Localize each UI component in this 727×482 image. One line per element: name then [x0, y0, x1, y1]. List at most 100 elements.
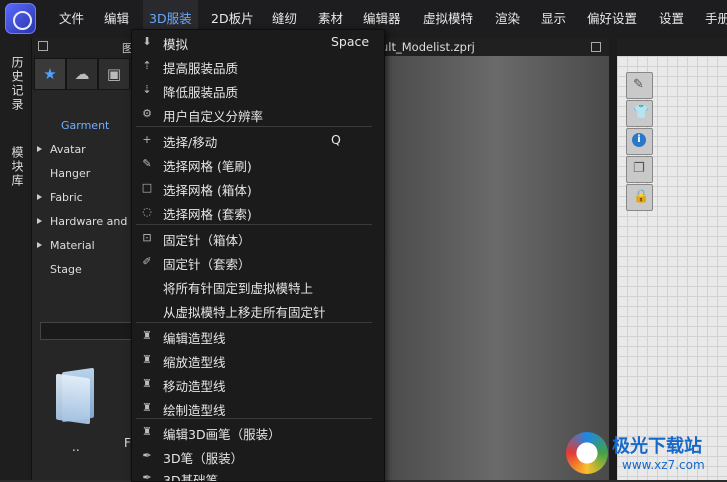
- shirt-tool-icon[interactable]: 👕: [626, 100, 653, 127]
- left-rail: 历史记录 模块库: [0, 38, 32, 480]
- tree-item-6[interactable]: Stage: [50, 263, 82, 276]
- cloud-icon[interactable]: ☁: [66, 58, 98, 90]
- tree-item-3[interactable]: Fabric: [37, 191, 83, 204]
- dropdown-item-8[interactable]: ⊡ 固定针（箱体）: [132, 226, 384, 250]
- mesh-brush-icon: ✎: [142, 157, 152, 170]
- move-styleline-icon: ♜: [142, 377, 152, 390]
- library-panel-header: 图: [32, 38, 133, 56]
- menu-separator: [136, 224, 372, 225]
- menu-item-7[interactable]: 虚拟模特: [417, 0, 479, 38]
- watermark-name: 极光下载站: [612, 436, 702, 457]
- app-logo-icon[interactable]: [5, 3, 36, 34]
- info-icon[interactable]: i: [626, 128, 653, 155]
- dropdown-item-label: 编辑造型线: [163, 331, 226, 346]
- menu-item-12[interactable]: 手册: [699, 0, 727, 38]
- dropdown-item-2[interactable]: ⇣ 降低服装品质: [132, 78, 384, 102]
- library-path-field[interactable]: [40, 322, 134, 340]
- 3d-garment-dropdown-menu: ⬇ 模拟 Space ⇡ 提高服装品质 ⇣ 降低服装品质 ⚙ 用户自定义分辨率 + 选择/移动 Q ✎ 选…: [131, 29, 385, 482]
- dropdown-item-label: 模拟: [163, 37, 189, 52]
- menu-separator: [136, 126, 372, 127]
- tree-item-label: Fabric: [50, 191, 83, 204]
- file-label: F: [124, 436, 131, 450]
- dropdown-item-label: 移动造型线: [163, 379, 226, 394]
- tree-item-label: Hanger: [50, 167, 91, 180]
- mesh-box-icon: □: [141, 181, 153, 194]
- dropdown-item-label: 从虚拟模特上移走所有固定针: [163, 305, 326, 320]
- dropdown-item-label: 选择网格 (笔刷): [163, 159, 252, 174]
- dropdown-item-10[interactable]: 将所有针固定到虚拟模特上: [132, 274, 384, 298]
- expand-arrow-icon[interactable]: [37, 194, 42, 200]
- dropdown-item-label: 固定针（箱体）: [163, 233, 251, 248]
- menu-item-9[interactable]: 显示: [535, 0, 572, 38]
- rail-tab-history[interactable]: 历史记录: [6, 56, 26, 112]
- tree-item-label: Garment: [61, 119, 110, 132]
- dropdown-item-16[interactable]: ♜ 编辑3D画笔（服装）: [132, 420, 384, 444]
- tree-item-label: Hardware and: [50, 215, 128, 228]
- tree-item-0[interactable]: Garment: [61, 119, 109, 132]
- draw-styleline-icon: ♜: [142, 401, 152, 414]
- shortcut-label: Space: [331, 34, 370, 49]
- select-move-icon: +: [142, 133, 152, 146]
- expand-arrow-icon[interactable]: [37, 146, 42, 152]
- dropdown-item-4[interactable]: + 选择/移动 Q: [132, 128, 384, 152]
- viewport-divider[interactable]: [609, 38, 617, 480]
- menu-item-10[interactable]: 偏好设置: [581, 0, 643, 38]
- dropdown-item-12[interactable]: ♜ 编辑造型线: [132, 324, 384, 348]
- dropdown-item-label: 提高服装品质: [163, 61, 239, 76]
- expand-arrow-icon[interactable]: [37, 218, 42, 224]
- edit-styleline-icon: ♜: [142, 329, 152, 342]
- folder-icon[interactable]: [56, 367, 96, 425]
- dropdown-item-1[interactable]: ⇡ 提高服装品质: [132, 54, 384, 78]
- dropdown-item-label: 3D笔（服装）: [163, 451, 244, 466]
- custom-resolution-icon: ⚙: [142, 107, 152, 120]
- dropdown-item-6[interactable]: □ 选择网格 (箱体): [132, 176, 384, 200]
- dropdown-item-15[interactable]: ♜ 绘制造型线: [132, 396, 384, 420]
- dropdown-item-3[interactable]: ⚙ 用户自定义分辨率: [132, 102, 384, 126]
- document-title[interactable]: ult_Modelist.zprj: [381, 40, 475, 54]
- tree-item-2[interactable]: Hanger: [50, 167, 90, 180]
- dropdown-item-label: 选择/移动: [163, 135, 218, 150]
- bag-icon[interactable]: ▣: [98, 58, 130, 90]
- menu-item-8[interactable]: 渲染: [489, 0, 526, 38]
- dropdown-item-9[interactable]: ✐ 固定针（套索）: [132, 250, 384, 274]
- tree-item-label: Material: [50, 239, 95, 252]
- menu-item-0[interactable]: 文件: [53, 0, 90, 38]
- favorites-star-icon[interactable]: ★: [34, 58, 66, 90]
- dropdown-item-label: 选择网格 (套索): [163, 207, 252, 222]
- dropdown-item-11[interactable]: 从虚拟模特上移走所有固定针: [132, 298, 384, 322]
- library-tabs: ★ ☁ ▣: [32, 56, 132, 90]
- menu-item-1[interactable]: 编辑: [98, 0, 135, 38]
- float-window-icon[interactable]: [38, 41, 48, 51]
- expand-arrow-icon[interactable]: [37, 242, 42, 248]
- float-window-icon[interactable]: [591, 42, 601, 52]
- dropdown-item-5[interactable]: ✎ 选择网格 (笔刷): [132, 152, 384, 176]
- dropdown-item-13[interactable]: ♜ 缩放造型线: [132, 348, 384, 372]
- tree-item-label: Stage: [50, 263, 82, 276]
- dropdown-item-17[interactable]: ✒ 3D笔（服装）: [132, 444, 384, 468]
- copy-tool-icon[interactable]: ❐: [626, 156, 653, 183]
- 3d-pen-icon: ✒: [142, 449, 152, 462]
- watermark-url: www.xz7.com: [622, 458, 705, 472]
- menu-item-11[interactable]: 设置: [653, 0, 690, 38]
- tree-item-label: Avatar: [50, 143, 86, 156]
- mesh-lasso-icon: ◌: [142, 205, 152, 218]
- shortcut-label: Q: [331, 132, 341, 147]
- 3d-viewport[interactable]: [383, 56, 609, 480]
- tree-item-1[interactable]: Avatar: [37, 143, 86, 156]
- dropdown-item-label: 降低服装品质: [163, 85, 239, 100]
- lock-shirt-icon[interactable]: 🔒: [626, 184, 653, 211]
- dropdown-item-0[interactable]: ⬇ 模拟 Space: [132, 30, 384, 54]
- quality-down-icon: ⇣: [142, 83, 152, 96]
- tree-item-4[interactable]: Hardware and: [37, 215, 128, 228]
- tree-item-5[interactable]: Material: [37, 239, 95, 252]
- dropdown-item-label: 将所有针固定到虚拟模特上: [163, 281, 314, 296]
- dropdown-item-7[interactable]: ◌ 选择网格 (套索): [132, 200, 384, 224]
- rail-tab-library[interactable]: 模块库: [6, 146, 26, 188]
- pin-box-icon: ⊡: [142, 231, 152, 244]
- quality-up-icon: ⇡: [142, 59, 152, 72]
- dropdown-item-14[interactable]: ♜ 移动造型线: [132, 372, 384, 396]
- watermark: 极光下载站 www.xz7.com: [562, 430, 727, 480]
- pen-tool-icon[interactable]: ✎: [626, 72, 653, 99]
- dropdown-item-label: 用户自定义分辨率: [163, 109, 264, 124]
- scale-styleline-icon: ♜: [142, 353, 152, 366]
